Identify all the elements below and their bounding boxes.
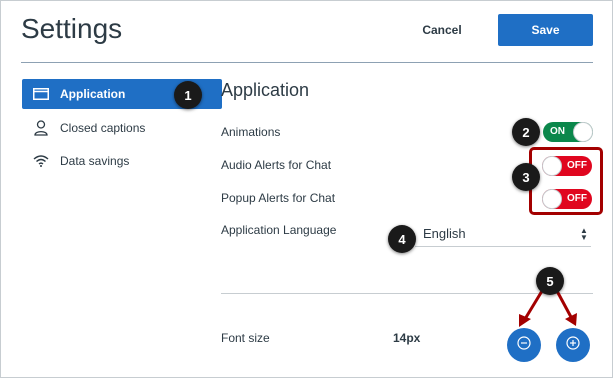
increase-font-button[interactable] <box>556 328 590 362</box>
callout-3: 3 <box>512 163 540 191</box>
sidebar-item-closed-captions[interactable]: Closed captions <box>22 113 222 143</box>
content-divider <box>221 293 593 294</box>
callout-5: 5 <box>536 267 564 295</box>
section-title: Application <box>221 80 310 100</box>
decrease-font-button[interactable] <box>507 328 541 362</box>
minus-circle-icon <box>517 335 531 355</box>
cancel-button[interactable]: Cancel <box>409 15 475 45</box>
language-label: Application Language <box>221 223 337 237</box>
animations-label: Animations <box>221 125 281 139</box>
alerts-highlight-box <box>529 147 603 215</box>
font-size-label: Font size <box>221 331 270 345</box>
callout-4: 4 <box>388 225 416 253</box>
plus-circle-icon <box>566 335 580 355</box>
sidebar-item-label: Application <box>60 87 126 101</box>
page-title: Settings <box>21 13 123 44</box>
header-divider <box>21 62 593 63</box>
sidebar-item-data-savings[interactable]: Data savings <box>22 146 222 176</box>
sidebar-item-label: Closed captions <box>60 121 146 135</box>
window-icon <box>22 88 60 100</box>
settings-window: Settings Cancel Save Application Closed … <box>0 0 613 378</box>
person-icon <box>22 120 60 136</box>
save-button[interactable]: Save <box>498 14 593 46</box>
popup-alerts-label: Popup Alerts for Chat <box>221 191 336 205</box>
wifi-icon <box>22 155 60 167</box>
toggle-state-text: ON <box>550 126 565 137</box>
language-selected-value: English <box>423 226 466 241</box>
toggle-knob <box>573 122 593 142</box>
select-arrows-icon: ▲ ▼ <box>580 225 588 242</box>
animations-toggle[interactable]: ON <box>543 122 593 142</box>
audio-alerts-label: Audio Alerts for Chat <box>221 158 332 172</box>
callout-1: 1 <box>174 81 202 109</box>
font-size-value: 14px <box>393 331 421 345</box>
sidebar-item-label: Data savings <box>60 154 130 168</box>
callout-2: 2 <box>512 118 540 146</box>
language-select[interactable]: English ▲ ▼ <box>415 221 591 247</box>
